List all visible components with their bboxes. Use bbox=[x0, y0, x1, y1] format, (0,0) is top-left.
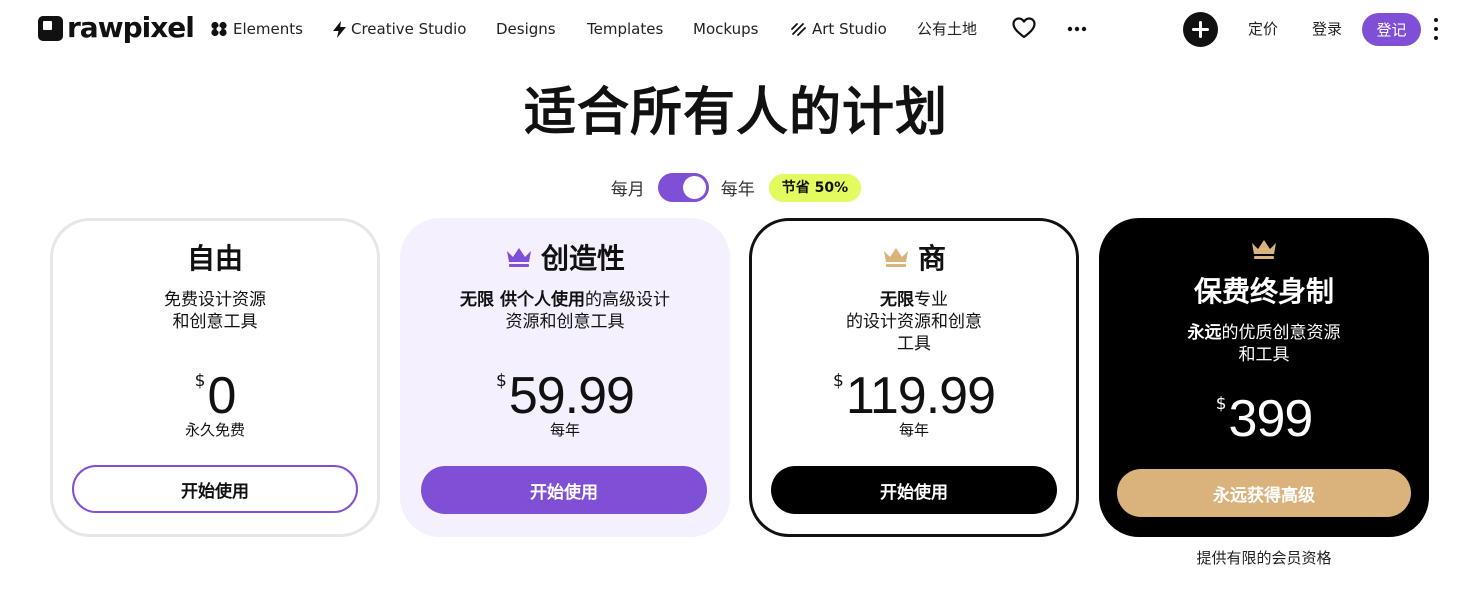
plan-card-lifetime: 保费终身制 永远的优质创意资源 和工具 $ 399 永远获得高级 bbox=[1099, 218, 1429, 537]
toggle-knob bbox=[682, 176, 706, 199]
plan-desc-line: 的设计资源和创意 bbox=[846, 312, 982, 332]
plan-card-business: 商 无限专业 的设计资源和创意 工具 $ 119.99 每年 开始使用 bbox=[749, 218, 1079, 537]
plan-desc-rest: 的优质创意资源 bbox=[1221, 323, 1341, 343]
plus-icon bbox=[1192, 21, 1209, 38]
billing-toggle-row: 每月 每年 节省 50% bbox=[0, 173, 1472, 202]
business-start-button[interactable]: 开始使用 bbox=[771, 466, 1057, 514]
price-amount: 59.99 bbox=[508, 367, 635, 425]
price-amount: 0 bbox=[207, 367, 236, 425]
plan-desc-rest: 专业 bbox=[914, 290, 948, 310]
free-start-button[interactable]: 开始使用 bbox=[72, 465, 358, 513]
plan-title-row: 商 bbox=[752, 241, 1076, 277]
nav-creative-studio[interactable]: Creative Studio bbox=[333, 19, 466, 39]
crown-icon bbox=[882, 241, 910, 277]
plan-price: $ 399 bbox=[1099, 392, 1429, 446]
currency-symbol: $ bbox=[832, 371, 844, 391]
plan-description: 无限专业 的设计资源和创意 工具 bbox=[752, 289, 1076, 355]
lightning-icon bbox=[333, 20, 346, 38]
currency-symbol: $ bbox=[194, 371, 206, 391]
nav-designs-label: Designs bbox=[496, 20, 556, 38]
plan-description: 免费设计资源 和创意工具 bbox=[53, 289, 377, 333]
plan-desc-line: 资源和创意工具 bbox=[505, 312, 625, 332]
crown-icon bbox=[1099, 238, 1429, 260]
creative-start-button[interactable]: 开始使用 bbox=[421, 466, 707, 514]
plan-description: 无限 供个人使用的高级设计 资源和创意工具 bbox=[400, 289, 730, 333]
plan-title: 创造性 bbox=[540, 242, 625, 275]
plan-desc-line: 和工具 bbox=[1238, 345, 1290, 365]
nav-designs[interactable]: Designs bbox=[496, 19, 556, 39]
plan-desc-line: 永远的优质创意资源 bbox=[1099, 322, 1429, 344]
more-menu-icon[interactable] bbox=[1067, 21, 1087, 37]
plan-card-creative: 创造性 无限 供个人使用的高级设计 资源和创意工具 $ 59.99 每年 开始使… bbox=[400, 218, 730, 537]
page-title: 适合所有人的计划 bbox=[523, 83, 948, 143]
plan-desc-rest: 的高级设计 bbox=[584, 290, 670, 310]
nav-mockups[interactable]: Mockups bbox=[693, 19, 758, 39]
plan-title: 自由 bbox=[186, 242, 243, 275]
limited-membership-note: 提供有限的会员资格 bbox=[1196, 549, 1332, 567]
price-period: 每年 bbox=[549, 421, 580, 439]
elements-icon bbox=[210, 21, 228, 37]
price-period: 永久免费 bbox=[184, 421, 245, 439]
plan-price: $ 119.99 bbox=[752, 369, 1076, 423]
plan-desc-line: 免费设计资源 bbox=[164, 290, 266, 310]
plan-description: 永远的优质创意资源 和工具 bbox=[1099, 322, 1429, 366]
rawpixel-logo[interactable]: rawpixel bbox=[38, 11, 195, 44]
plan-desc-line: 和创意工具 bbox=[172, 312, 258, 332]
nav-art-studio[interactable]: Art Studio bbox=[790, 19, 887, 39]
nav-login-label: 登录 bbox=[1312, 20, 1343, 38]
billing-period-toggle[interactable] bbox=[657, 173, 709, 202]
plan-desc-bold: 无限 bbox=[880, 290, 914, 310]
plan-card-free: 自由 免费设计资源 和创意工具 $ 0 永久免费 开始使用 bbox=[50, 218, 380, 537]
nav-mockups-label: Mockups bbox=[693, 20, 759, 38]
currency-symbol: $ bbox=[1215, 394, 1227, 414]
brush-icon bbox=[790, 21, 807, 37]
top-navigation: rawpixel Elements Creative Studio Design… bbox=[0, 0, 1472, 58]
nav-pricing[interactable]: 定价 bbox=[1248, 19, 1278, 39]
plan-desc-bold: 无限 供个人使用 bbox=[460, 290, 585, 310]
signup-button[interactable]: 登记 bbox=[1362, 13, 1421, 46]
plan-title: 商 bbox=[917, 242, 946, 275]
plan-price: $ 59.99 bbox=[400, 369, 730, 423]
crown-icon bbox=[505, 241, 533, 277]
plan-title: 保费终身制 bbox=[1193, 275, 1334, 308]
kebab-menu-icon[interactable] bbox=[1428, 18, 1444, 40]
nav-pricing-label: 定价 bbox=[1248, 20, 1279, 38]
plan-price: $ 0 bbox=[53, 369, 377, 423]
yearly-label[interactable]: 每年 bbox=[721, 175, 755, 200]
plan-desc-line: 工具 bbox=[897, 334, 931, 354]
price-amount: 119.99 bbox=[845, 367, 996, 425]
lifetime-premium-button[interactable]: 永远获得高级 bbox=[1117, 469, 1411, 517]
price-period: 每年 bbox=[898, 421, 929, 439]
plan-desc-line: 无限 供个人使用的高级设计 bbox=[400, 289, 730, 311]
logo-mark-icon bbox=[38, 15, 63, 41]
nav-art-studio-label: Art Studio bbox=[812, 20, 887, 38]
create-plus-button[interactable] bbox=[1183, 12, 1218, 47]
favorites-heart-icon[interactable] bbox=[1012, 17, 1036, 39]
nav-creative-studio-label: Creative Studio bbox=[351, 20, 467, 38]
nav-login[interactable]: 登录 bbox=[1312, 19, 1342, 39]
plan-title-row: 创造性 bbox=[400, 241, 730, 277]
price-amount: 399 bbox=[1228, 390, 1314, 448]
nav-elements-label: Elements bbox=[233, 20, 303, 38]
monthly-label[interactable]: 每月 bbox=[611, 175, 645, 200]
logo-wordmark: rawpixel bbox=[67, 11, 195, 44]
plan-desc-bold: 永远 bbox=[1187, 323, 1222, 343]
nav-elements[interactable]: Elements bbox=[210, 19, 303, 39]
savings-badge: 节省 50% bbox=[768, 173, 862, 202]
nav-templates[interactable]: Templates bbox=[587, 19, 663, 39]
currency-symbol: $ bbox=[496, 371, 507, 391]
nav-public-domain-label: 公有土地 bbox=[917, 20, 978, 38]
plan-desc-line: 无限专业 bbox=[752, 289, 1076, 311]
nav-templates-label: Templates bbox=[587, 20, 664, 38]
nav-public-domain[interactable]: 公有土地 bbox=[917, 19, 977, 39]
